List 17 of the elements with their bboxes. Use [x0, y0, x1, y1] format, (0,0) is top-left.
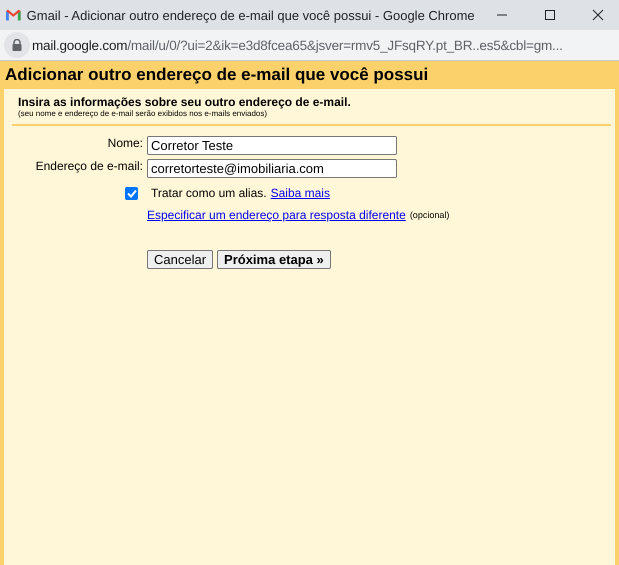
- lock-icon[interactable]: [4, 32, 30, 58]
- window-title: Gmail - Adicionar outro endereço de e-mail que você possui - Google Chrome: [26, 8, 475, 22]
- cancel-button[interactable]: Cancelar: [147, 250, 214, 269]
- field-label: Endereço de e-mail:: [34, 159, 144, 173]
- learn-more-link[interactable]: Saiba mais: [270, 186, 330, 200]
- intro-title: Insira as informações sobre seu outro endereço de e-mail.: [18, 95, 352, 109]
- field-label: Nome:: [106, 136, 144, 150]
- alias-label: Tratar como um alias.: [151, 186, 267, 200]
- optional-note: (opcional): [410, 210, 450, 220]
- next-step-button[interactable]: Próxima etapa »: [217, 250, 331, 269]
- dialog-heading: Adicionar outro endereço de e-mail que você possui: [4, 64, 430, 86]
- text-field[interactable]: Corretor Teste: [147, 136, 397, 155]
- text-field[interactable]: corretorteste@imobiliaria.com: [147, 159, 397, 178]
- reply-address-link[interactable]: Especificar um endereço para resposta diferente: [147, 208, 406, 222]
- intro-note: (seu nome e endereço de e-mail serão exibidos nos e-mails enviados): [18, 109, 268, 118]
- alias-checkbox[interactable]: [125, 186, 138, 200]
- mail-logo-icon: [6, 9, 21, 21]
